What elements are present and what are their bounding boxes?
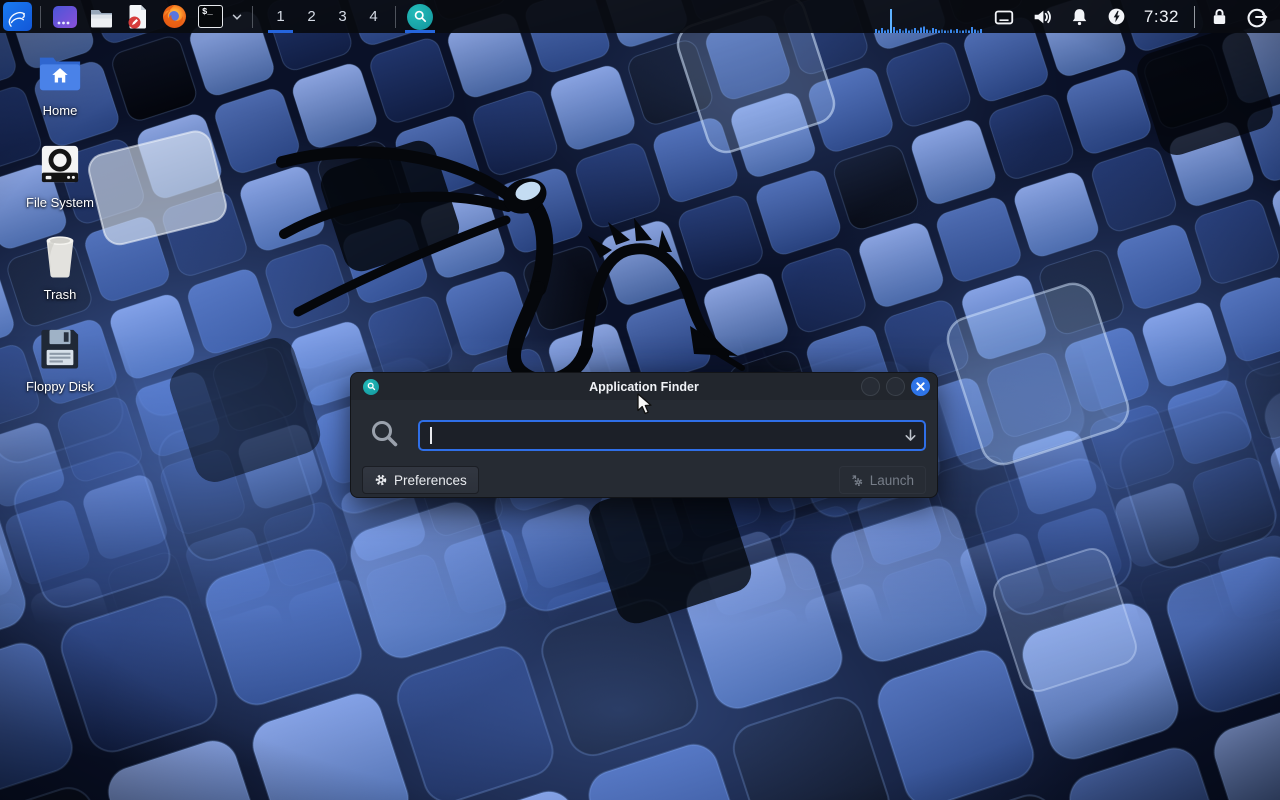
floppy-disk-icon <box>36 324 84 372</box>
application-finder-icon <box>407 4 433 30</box>
workspace-3[interactable]: 3 <box>327 0 358 33</box>
power-manager-tray-button[interactable] <box>1098 0 1135 33</box>
panel-separator <box>40 6 41 28</box>
preferences-button[interactable]: Preferences <box>362 466 479 494</box>
notifications-tray-button[interactable] <box>1061 0 1098 33</box>
system-tray: 7:32 <box>873 0 1280 33</box>
search-row <box>351 417 937 454</box>
window-icon <box>363 379 379 395</box>
show-desktop-icon <box>52 4 78 30</box>
file-manager-button[interactable] <box>83 0 120 33</box>
close-button[interactable] <box>911 377 930 396</box>
volume-icon <box>1031 6 1053 28</box>
kali-logo-icon <box>3 2 32 31</box>
show-desktop-button[interactable] <box>47 0 83 33</box>
workspace-2[interactable]: 2 <box>296 0 327 33</box>
terminal-dropdown-chevron-icon[interactable] <box>228 10 246 24</box>
application-finder-launcher[interactable] <box>402 0 438 33</box>
kali-menu-button[interactable] <box>0 0 34 33</box>
search-input[interactable] <box>418 420 926 451</box>
panel-separator <box>1194 6 1195 28</box>
lock-icon <box>1209 6 1230 27</box>
desktop-icon-floppy-disk[interactable]: Floppy Disk <box>10 324 110 394</box>
cpu-graph[interactable] <box>873 0 985 33</box>
desktop-icon-label: Home <box>43 103 78 118</box>
workspace-1[interactable]: 1 <box>265 0 296 33</box>
log-out-button[interactable] <box>1238 0 1280 33</box>
workspace-4[interactable]: 4 <box>358 0 389 33</box>
log-out-icon <box>1246 6 1268 28</box>
lock-screen-button[interactable] <box>1201 0 1238 33</box>
search-icon <box>368 417 400 454</box>
firefox-icon <box>161 3 188 30</box>
desktop-icon-trash[interactable]: Trash <box>10 232 110 302</box>
titlebar[interactable]: Application Finder <box>351 373 937 400</box>
panel-separator <box>252 6 253 28</box>
desktop-icon-label: File System <box>26 195 94 210</box>
desktop-icon-file-system[interactable]: File System <box>10 140 110 210</box>
workspace-switcher: 1 2 3 4 <box>265 0 389 33</box>
maximize-button[interactable] <box>886 377 905 396</box>
power-icon <box>1106 6 1127 27</box>
volume-tray-button[interactable] <box>1023 0 1061 33</box>
home-folder-icon <box>36 48 84 96</box>
minimize-button[interactable] <box>861 377 880 396</box>
close-icon <box>916 382 925 391</box>
launch-button[interactable]: Launch <box>839 466 926 494</box>
trash-icon <box>36 232 84 280</box>
desktop-icon-label: Floppy Disk <box>26 379 94 394</box>
clock[interactable]: 7:32 <box>1135 0 1188 33</box>
button-row: Preferences Launch <box>351 454 937 494</box>
network-tray-button[interactable] <box>985 0 1023 33</box>
application-finder-window: Application Finder <box>350 372 938 498</box>
cpu-graph-icon <box>875 0 983 33</box>
terminal-button[interactable]: $_ <box>193 0 228 33</box>
file-system-drive-icon <box>36 140 84 188</box>
desktop-icon-list: Home File System Trash <box>10 48 110 416</box>
text-editor-button[interactable] <box>120 0 156 33</box>
gear-icon <box>374 473 388 487</box>
desktop-icon-home[interactable]: Home <box>10 48 110 118</box>
desktop-icon-label: Trash <box>44 287 77 302</box>
launch-gear-icon <box>851 474 864 487</box>
panel-separator <box>395 6 396 28</box>
top-panel: $_ 1 2 3 4 <box>0 0 1280 33</box>
text-editor-icon <box>125 3 151 30</box>
bell-icon <box>1069 6 1090 27</box>
launch-label: Launch <box>870 473 914 488</box>
window-title: Application Finder <box>351 380 937 394</box>
network-icon <box>993 6 1015 28</box>
preferences-label: Preferences <box>394 473 467 488</box>
terminal-icon: $_ <box>198 5 223 28</box>
file-manager-icon <box>88 4 115 30</box>
firefox-button[interactable] <box>156 0 193 33</box>
